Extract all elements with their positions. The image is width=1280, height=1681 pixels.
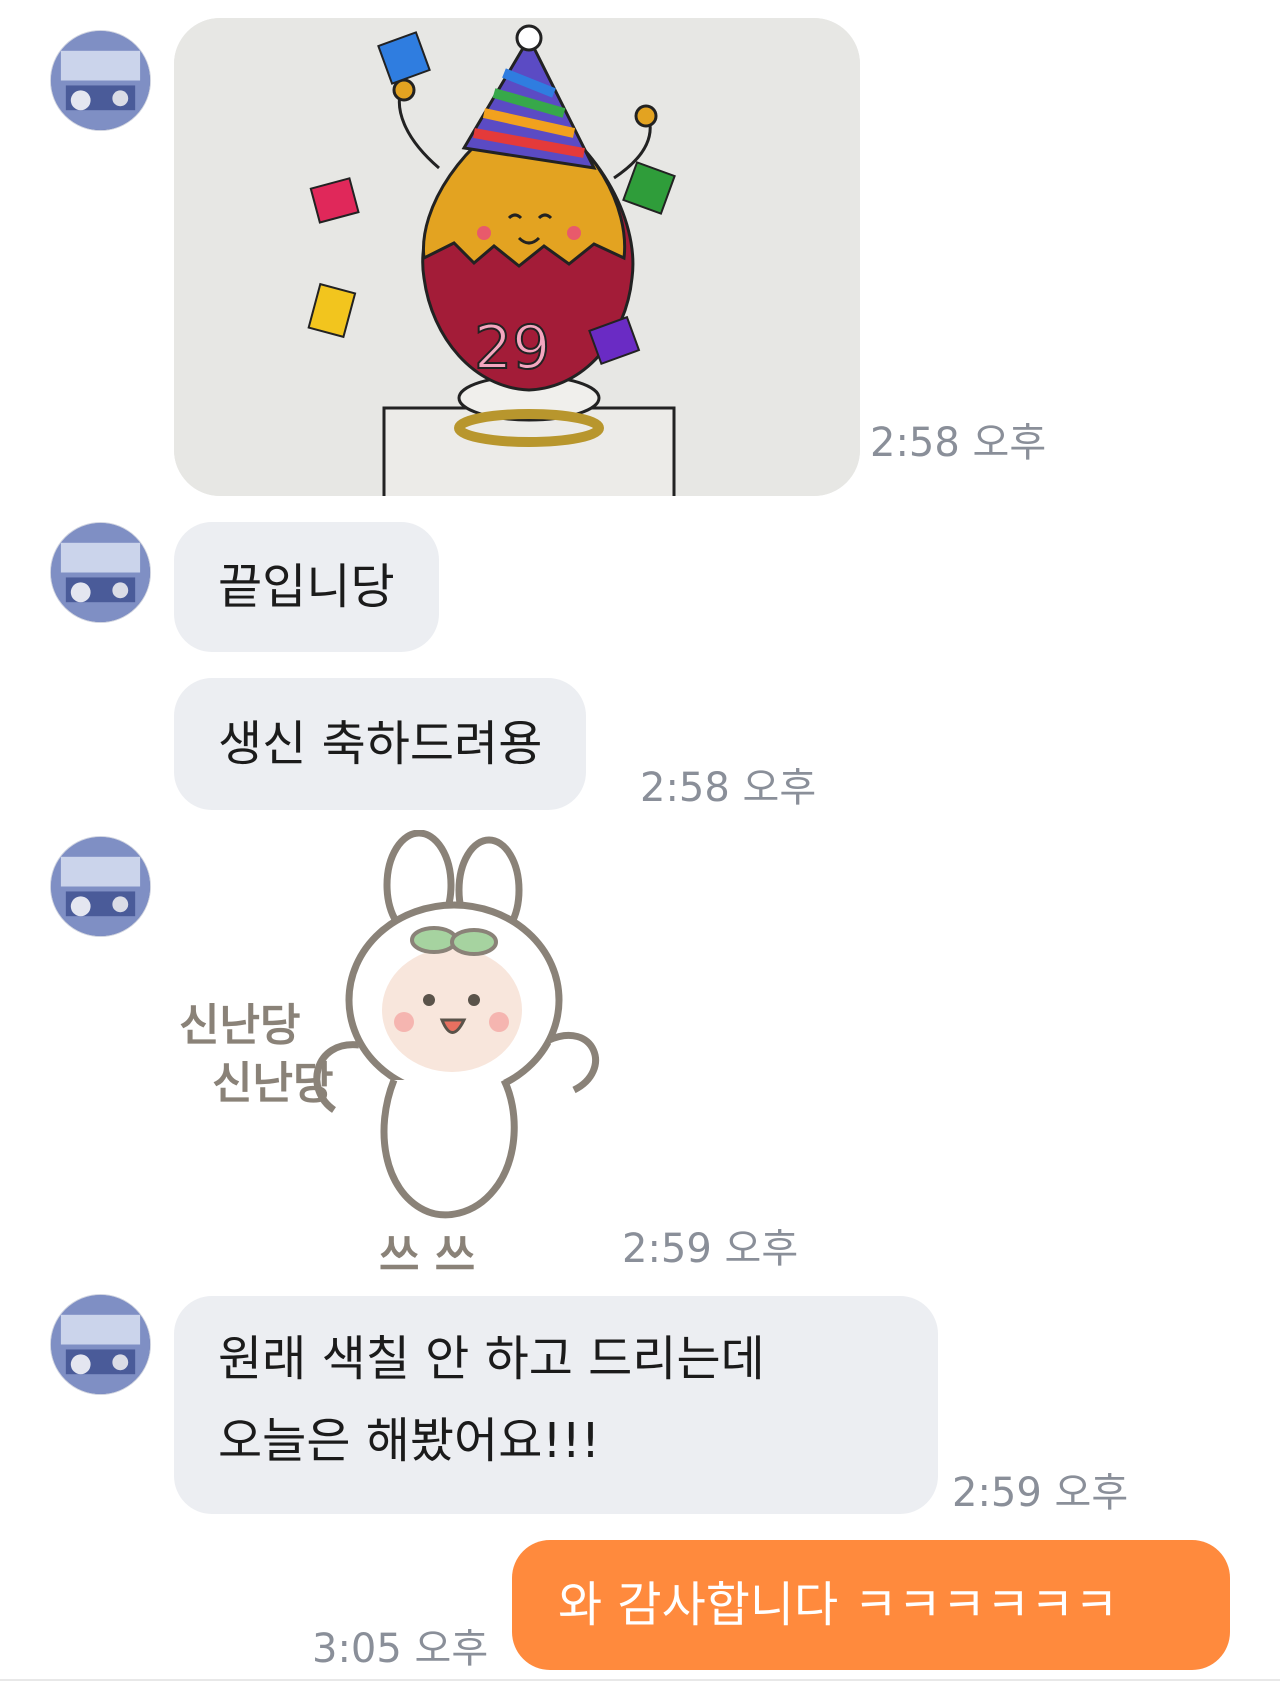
message-text-line: 원래 색칠 안 하고 드리는데	[218, 1331, 765, 1387]
message-bubble[interactable]: 원래 색칠 안 하고 드리는데 오늘은 해봤어요!!!	[174, 1296, 938, 1514]
message-bubble[interactable]: 생신 축하드려용	[174, 678, 587, 810]
avatar-image	[51, 523, 150, 622]
message-text: 와 감사합니다 ㅋㅋㅋㅋㅋㅋ	[558, 1577, 1119, 1633]
avatar-image	[51, 837, 150, 936]
message-timestamp: 2:58 오후	[870, 420, 1047, 466]
cake-number: 29	[474, 313, 550, 383]
message-timestamp: 3:05 오후	[312, 1626, 489, 1672]
sender-avatar[interactable]	[50, 836, 151, 937]
sticker-sound-text: 쓰 쓰	[379, 1230, 475, 1280]
message-timestamp: 2:59 오후	[622, 1226, 799, 1272]
message-text-line: 오늘은 해봤어요!!!	[218, 1413, 601, 1469]
sticker-text-line1: 신난당	[179, 1000, 300, 1051]
sticker-text-line2: 신난당	[212, 1058, 333, 1109]
message-bubble[interactable]: 끝입니당	[174, 522, 439, 652]
sender-avatar[interactable]	[50, 522, 151, 623]
avatar-image	[51, 1295, 150, 1394]
message-text: 생신 축하드려용	[218, 716, 543, 772]
sender-avatar[interactable]	[50, 1294, 151, 1395]
avatar-image	[51, 31, 150, 130]
message-photo[interactable]: 29	[174, 18, 860, 496]
my-message-bubble[interactable]: 와 감사합니다 ㅋㅋㅋㅋㅋㅋ	[512, 1540, 1230, 1670]
message-timestamp: 2:59 오후	[952, 1470, 1129, 1516]
message-text: 끝입니당	[218, 559, 395, 615]
birthday-drawing-image: 29	[174, 18, 860, 496]
sender-avatar[interactable]	[50, 30, 151, 131]
rabbit-sticker-icon: 신난당 신난당 쓰 쓰	[179, 830, 600, 1280]
message-sticker[interactable]: 신난당 신난당 쓰 쓰	[174, 830, 614, 1280]
message-timestamp: 2:58 오후	[640, 765, 817, 811]
